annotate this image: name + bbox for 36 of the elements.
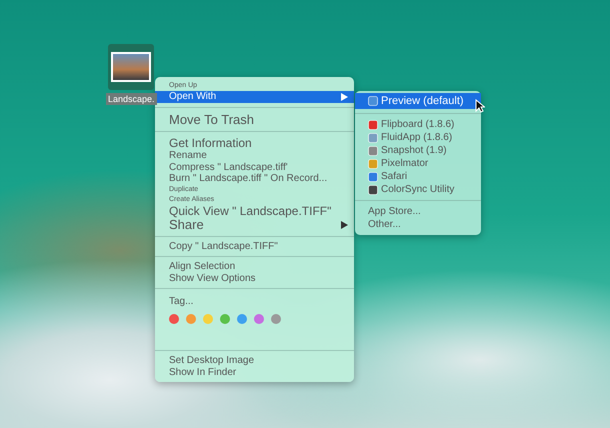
file-name[interactable]: Landscape. bbox=[106, 93, 157, 105]
app-menu-item[interactable]: App Store... bbox=[355, 205, 481, 218]
image-file-icon[interactable] bbox=[108, 44, 154, 90]
menu-item[interactable]: Copy " Landscape.TIFF" bbox=[155, 240, 354, 252]
app-menu-item[interactable]: Safari bbox=[355, 170, 481, 183]
menu-item[interactable]: Show View Options bbox=[155, 272, 354, 284]
menu-item[interactable]: Set Desktop Image bbox=[155, 355, 354, 367]
menu-item[interactable]: Burn " Landscape.tiff " On Record... bbox=[155, 172, 354, 184]
tag-dot[interactable] bbox=[254, 314, 264, 324]
app-menu-item[interactable]: Other... bbox=[355, 218, 481, 231]
menu-item[interactable]: Compress " Landscape.tiff' bbox=[155, 161, 354, 173]
menu-item[interactable]: Align Selection bbox=[155, 261, 354, 273]
tag-dot[interactable] bbox=[271, 314, 281, 324]
tag-dot[interactable] bbox=[220, 314, 230, 324]
app-menu-item[interactable]: Preview (default) bbox=[355, 93, 481, 109]
tag-dot[interactable] bbox=[186, 314, 196, 324]
app-menu-item[interactable]: ColorSync Utility bbox=[355, 183, 481, 196]
menu-item[interactable]: Rename bbox=[155, 150, 354, 162]
menu-item[interactable]: Show In Finder bbox=[155, 366, 354, 378]
tag-dot[interactable] bbox=[237, 314, 247, 324]
menu-item[interactable]: Open With bbox=[155, 90, 354, 104]
tag-dot[interactable] bbox=[203, 314, 213, 324]
menu-item[interactable]: Tag... bbox=[169, 296, 354, 310]
app-menu-item[interactable]: Flipboard (1.8.6) bbox=[355, 118, 481, 131]
submenu-arrow-icon bbox=[341, 92, 348, 101]
menu-item[interactable]: Move To Trash bbox=[155, 112, 354, 128]
square-icon bbox=[368, 120, 378, 130]
submenu-arrow-icon bbox=[341, 220, 348, 229]
app-menu-item[interactable]: FluidApp (1.8.6) bbox=[355, 131, 481, 144]
menu-item[interactable]: Get Information bbox=[155, 136, 354, 150]
app-menu-item[interactable]: Snapshot (1.9) bbox=[355, 144, 481, 157]
menu-item[interactable]: Quick View " Landscape.TIFF" bbox=[155, 204, 354, 218]
tag-dot[interactable] bbox=[169, 314, 179, 324]
menu-item[interactable]: Share bbox=[155, 218, 354, 232]
app-menu-item[interactable]: Pixelmator bbox=[355, 157, 481, 170]
mouse-cursor-icon bbox=[475, 99, 485, 113]
